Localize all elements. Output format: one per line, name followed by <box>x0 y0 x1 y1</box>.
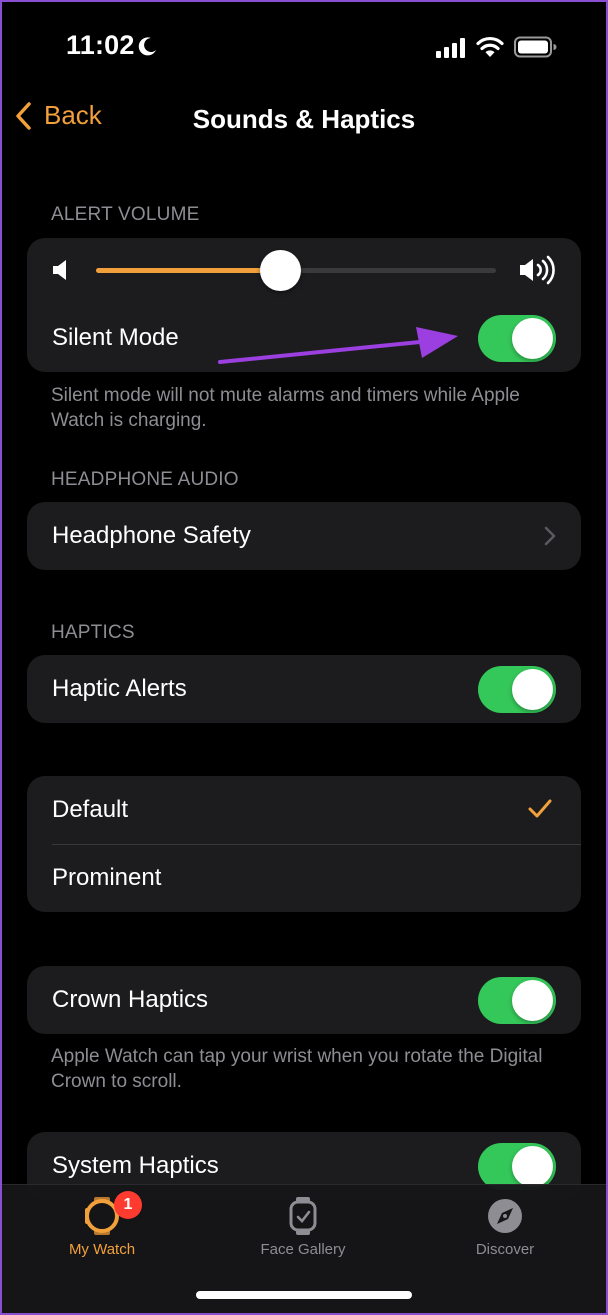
crown-haptics-toggle[interactable] <box>478 977 556 1024</box>
section-header-headphone-audio: HEADPHONE AUDIO <box>51 469 239 490</box>
haptic-alerts-row: Haptic Alerts <box>27 655 581 723</box>
headphone-safety-row[interactable]: Headphone Safety <box>27 502 581 570</box>
focus-moon-icon <box>138 36 158 56</box>
toggle-knob <box>512 1146 553 1187</box>
annotation-arrow-icon <box>218 327 458 364</box>
tab-face-gallery[interactable]: Face Gallery <box>223 1195 383 1258</box>
checkmark-icon <box>528 799 552 818</box>
speaker-high-icon <box>519 255 557 290</box>
crown-haptics-label: Crown Haptics <box>52 986 209 1013</box>
toggle-knob <box>512 318 553 359</box>
crown-haptics-footnote: Apple Watch can tap your wrist when you … <box>51 1046 543 1092</box>
volume-slider-row <box>27 238 581 304</box>
speaker-low-icon <box>52 258 70 287</box>
watch-icon: 1 <box>22 1191 182 1237</box>
compass-icon <box>425 1195 585 1237</box>
tab-my-watch[interactable]: 1 My Watch <box>22 1191 182 1258</box>
wifi-icon <box>476 36 504 63</box>
toggle-knob <box>512 980 553 1021</box>
section-header-haptics: HAPTICS <box>51 622 135 643</box>
navigation-bar: Back Sounds & Haptics <box>0 96 608 146</box>
system-haptics-toggle[interactable] <box>478 1143 556 1190</box>
volume-slider-thumb[interactable] <box>259 250 301 291</box>
chevron-right-icon <box>544 526 556 546</box>
notification-badge: 1 <box>114 1191 142 1219</box>
toggle-knob <box>512 669 553 710</box>
haptic-strength-group: Default Prominent <box>27 776 581 912</box>
option-default-label: Default <box>52 796 129 823</box>
status-time: 11:02 <box>66 30 135 60</box>
tab-label: My Watch <box>68 1241 136 1258</box>
cellular-signal-icon <box>436 38 466 63</box>
tab-label: Discover <box>475 1241 535 1258</box>
silent-mode-label: Silent Mode <box>52 324 179 351</box>
silent-mode-footnote: Silent mode will not mute alarms and tim… <box>51 385 520 431</box>
watch-face-icon <box>223 1195 383 1237</box>
option-prominent-row[interactable]: Prominent <box>27 844 581 912</box>
volume-slider-fill <box>96 268 280 273</box>
tab-discover[interactable]: Discover <box>425 1195 585 1258</box>
tab-label: Face Gallery <box>260 1241 346 1258</box>
battery-icon <box>514 36 558 63</box>
headphone-audio-group: Headphone Safety <box>27 502 581 570</box>
volume-slider[interactable] <box>96 250 496 291</box>
haptic-alerts-toggle[interactable] <box>478 666 556 713</box>
home-indicator[interactable] <box>196 1291 412 1299</box>
silent-mode-toggle[interactable] <box>478 315 556 362</box>
headphone-safety-label: Headphone Safety <box>52 522 251 549</box>
crown-haptics-group: Crown Haptics <box>27 966 581 1034</box>
haptic-alerts-label: Haptic Alerts <box>52 675 187 702</box>
option-default-row[interactable]: Default <box>27 776 581 844</box>
section-header-alert-volume: ALERT VOLUME <box>51 204 200 225</box>
haptic-alerts-group: Haptic Alerts <box>27 655 581 723</box>
system-haptics-label: System Haptics <box>52 1152 219 1179</box>
option-prominent-label: Prominent <box>52 864 162 891</box>
page-title: Sounds & Haptics <box>192 104 416 134</box>
crown-haptics-row: Crown Haptics <box>27 966 581 1034</box>
status-bar: 11:02 <box>0 0 608 96</box>
